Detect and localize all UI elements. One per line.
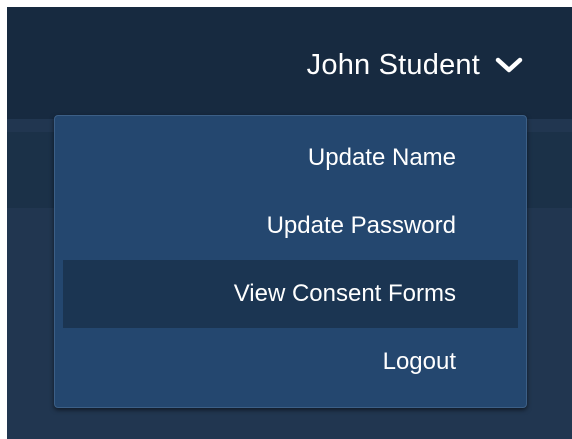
chevron-down-icon — [495, 57, 523, 73]
menu-item-update-password[interactable]: Update Password — [63, 192, 518, 260]
top-header-bar: John Student — [7, 7, 572, 119]
user-dropdown-menu: Update Name Update Password View Consent… — [54, 115, 527, 408]
user-menu-toggle[interactable]: John Student — [307, 43, 524, 87]
app-frame: John Student Update Name Update Password… — [7, 7, 572, 439]
menu-item-view-consent-forms[interactable]: View Consent Forms — [63, 260, 518, 328]
menu-item-logout[interactable]: Logout — [63, 328, 518, 396]
menu-item-update-name[interactable]: Update Name — [63, 124, 518, 192]
user-name: John Student — [306, 49, 480, 81]
